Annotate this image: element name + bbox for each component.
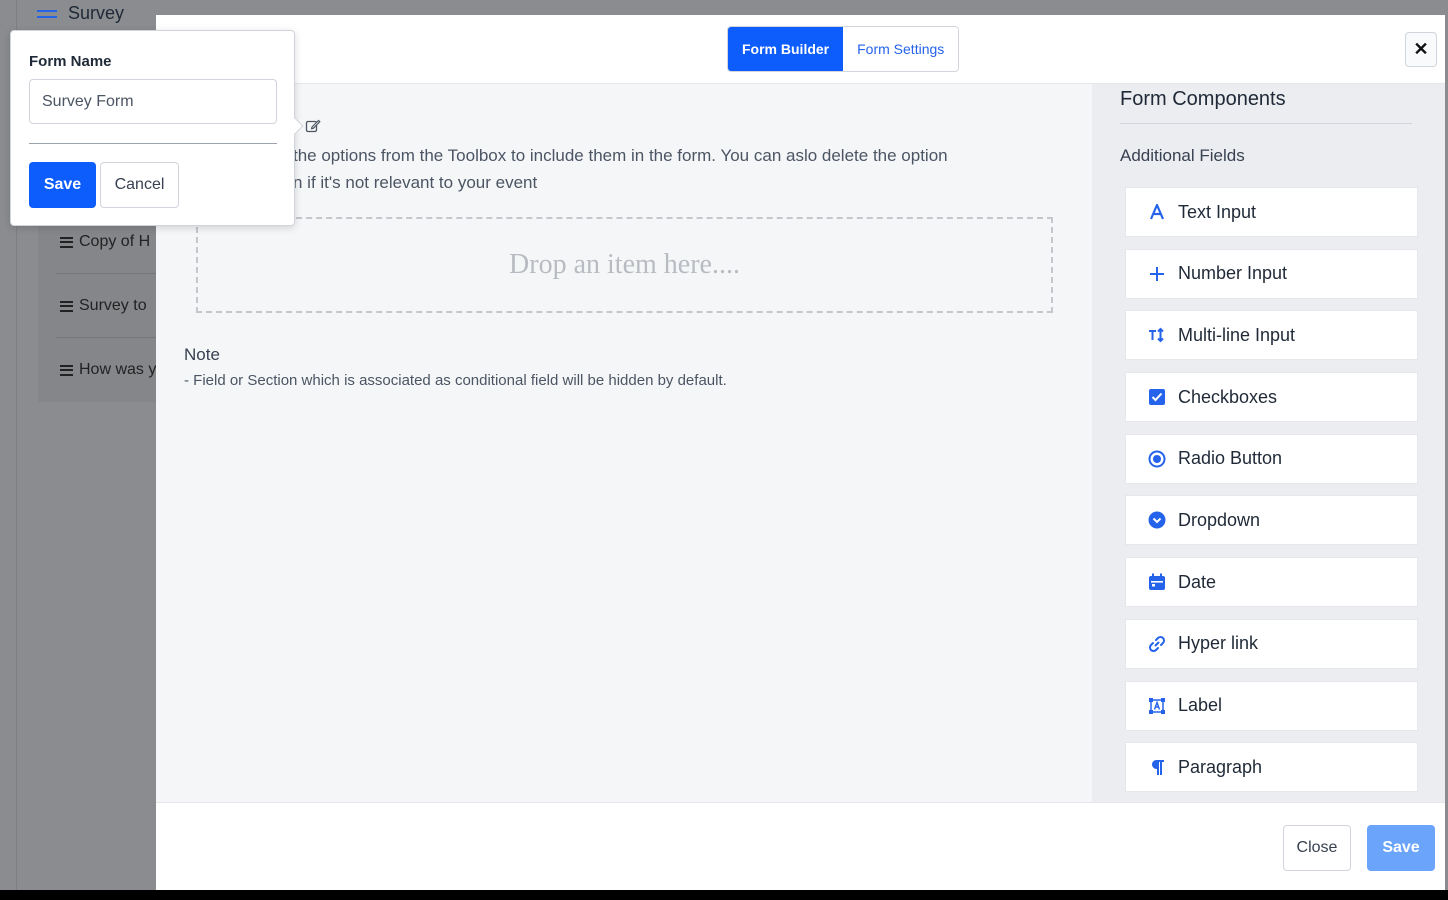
component-label-field[interactable]: Label (1125, 680, 1418, 731)
instructions-line: the options from the Toolbox to include … (293, 146, 948, 165)
component-label: Label (1178, 695, 1223, 715)
list-item-label: Copy of H (79, 233, 151, 250)
radio-icon (1148, 450, 1166, 468)
tab-group: Form Builder Form Settings (727, 26, 960, 72)
drop-zone-placeholder: Drop an item here.... (509, 249, 740, 280)
components-list: Text Input Number Input Multi-line Input (1125, 187, 1418, 802)
component-label: Date (1178, 571, 1217, 592)
component-label: Checkboxes (1178, 386, 1278, 407)
tab-form-settings[interactable]: Form Settings (843, 27, 959, 71)
component-hyper-link[interactable]: Hyper link (1125, 618, 1418, 669)
component-label: Text Input (1178, 201, 1257, 222)
modal-footer: Close Save (156, 802, 1445, 890)
text-input-icon (1148, 203, 1166, 221)
checkbox-icon (1148, 388, 1166, 406)
edit-icon[interactable] (305, 118, 321, 134)
component-paragraph[interactable]: Paragraph (1125, 742, 1418, 793)
popover-cancel-button[interactable]: Cancel (100, 162, 179, 208)
plus-icon (1148, 265, 1166, 283)
paragraph-icon (1148, 758, 1166, 776)
close-button[interactable]: Close (1283, 825, 1351, 871)
component-multiline-input[interactable]: Multi-line Input (1125, 310, 1418, 361)
hamburger-icon (60, 300, 73, 312)
component-label: Hyper link (1178, 633, 1259, 654)
component-number-input[interactable]: Number Input (1125, 248, 1418, 299)
component-label: Paragraph (1178, 756, 1263, 777)
divider (29, 143, 277, 144)
hamburger-icon (60, 236, 73, 248)
dropdown-icon (1148, 511, 1166, 529)
menu-icon (37, 10, 57, 26)
form-name-input[interactable] (29, 79, 277, 124)
components-title: Form Components (1120, 88, 1286, 110)
component-date[interactable]: Date (1125, 557, 1418, 608)
multiline-icon (1148, 326, 1166, 344)
form-builder-canvas: the options from the Toolbox to include … (156, 84, 1092, 802)
background-title: Survey (68, 3, 125, 23)
hamburger-icon (60, 364, 73, 376)
link-icon (1148, 635, 1166, 653)
tab-form-builder[interactable]: Form Builder (728, 27, 844, 71)
drop-zone[interactable]: Drop an item here.... (196, 217, 1053, 313)
component-radio-button[interactable]: Radio Button (1125, 433, 1418, 484)
divider (1120, 123, 1412, 124)
note-text: - Field or Section which is associated a… (184, 372, 727, 389)
divider (56, 337, 156, 338)
label-icon (1148, 697, 1166, 715)
component-dropdown[interactable]: Dropdown (1125, 495, 1418, 546)
instructions-line: n if it's not relevant to your event (293, 173, 538, 192)
list-item: Copy of H (60, 233, 150, 251)
instructions-text: the options from the Toolbox to include … (293, 142, 1073, 196)
component-text-input[interactable]: Text Input (1125, 187, 1418, 237)
component-label: Multi-line Input (1178, 324, 1296, 345)
calendar-icon (1148, 573, 1166, 591)
note-title: Note (184, 345, 220, 364)
list-item-label: Survey to (79, 297, 147, 314)
modal-body: the options from the Toolbox to include … (156, 84, 1445, 802)
form-name-label: Form Name (29, 53, 112, 70)
list-item-label: How was y (79, 361, 157, 378)
form-components-panel: Form Components Additional Fields Text I… (1092, 84, 1445, 802)
form-builder-modal: Form Builder Form Settings ✕ the options… (156, 15, 1445, 890)
divider (56, 273, 156, 274)
save-button[interactable]: Save (1367, 825, 1435, 871)
component-label: Radio Button (1178, 448, 1283, 469)
list-item: Survey to (60, 297, 147, 315)
form-name-popover: Form Name Save Cancel (10, 30, 295, 226)
components-subtitle: Additional Fields (1120, 146, 1245, 165)
modal-header: Form Builder Form Settings ✕ (156, 15, 1445, 84)
component-label: Dropdown (1178, 509, 1261, 530)
component-checkboxes[interactable]: Checkboxes (1125, 372, 1418, 423)
popover-save-button[interactable]: Save (29, 162, 96, 208)
component-label: Number Input (1178, 263, 1288, 284)
close-icon: ✕ (1413, 39, 1429, 59)
close-modal-button[interactable]: ✕ (1405, 32, 1437, 67)
list-item: How was y (60, 361, 156, 379)
